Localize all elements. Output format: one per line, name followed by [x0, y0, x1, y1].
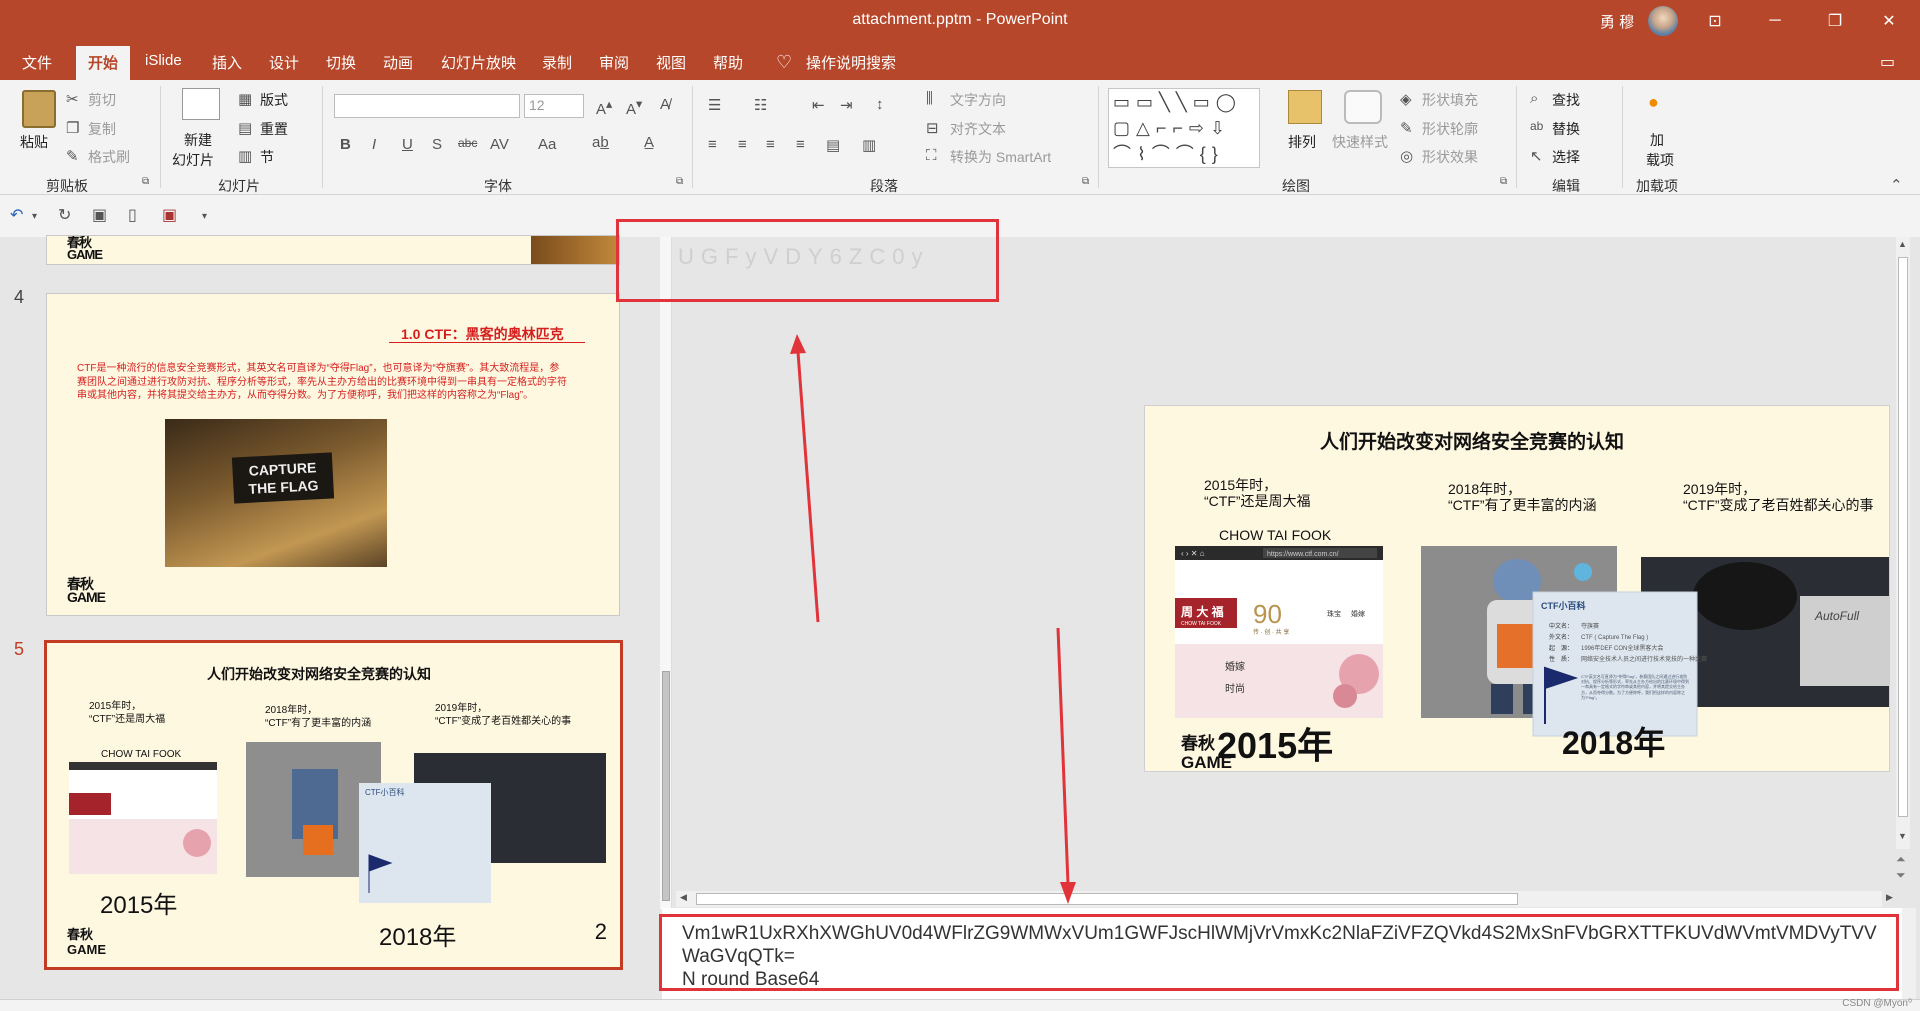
- annotation-arrows: [790, 334, 1076, 904]
- arrow-down-head: [1060, 882, 1076, 904]
- arrow-up-line: [796, 351, 820, 623]
- powerpoint-window: attachment.pptm - PowerPoint 勇 穆 ⊡ ─ ❐ ✕…: [0, 0, 1920, 1011]
- arrow-up-head: [790, 334, 806, 354]
- watermark: CSDN @Myon⁰: [1842, 998, 1912, 1009]
- arrow-down-line: [1056, 627, 1070, 885]
- status-bar: CSDN @Myon⁰: [0, 998, 1920, 1011]
